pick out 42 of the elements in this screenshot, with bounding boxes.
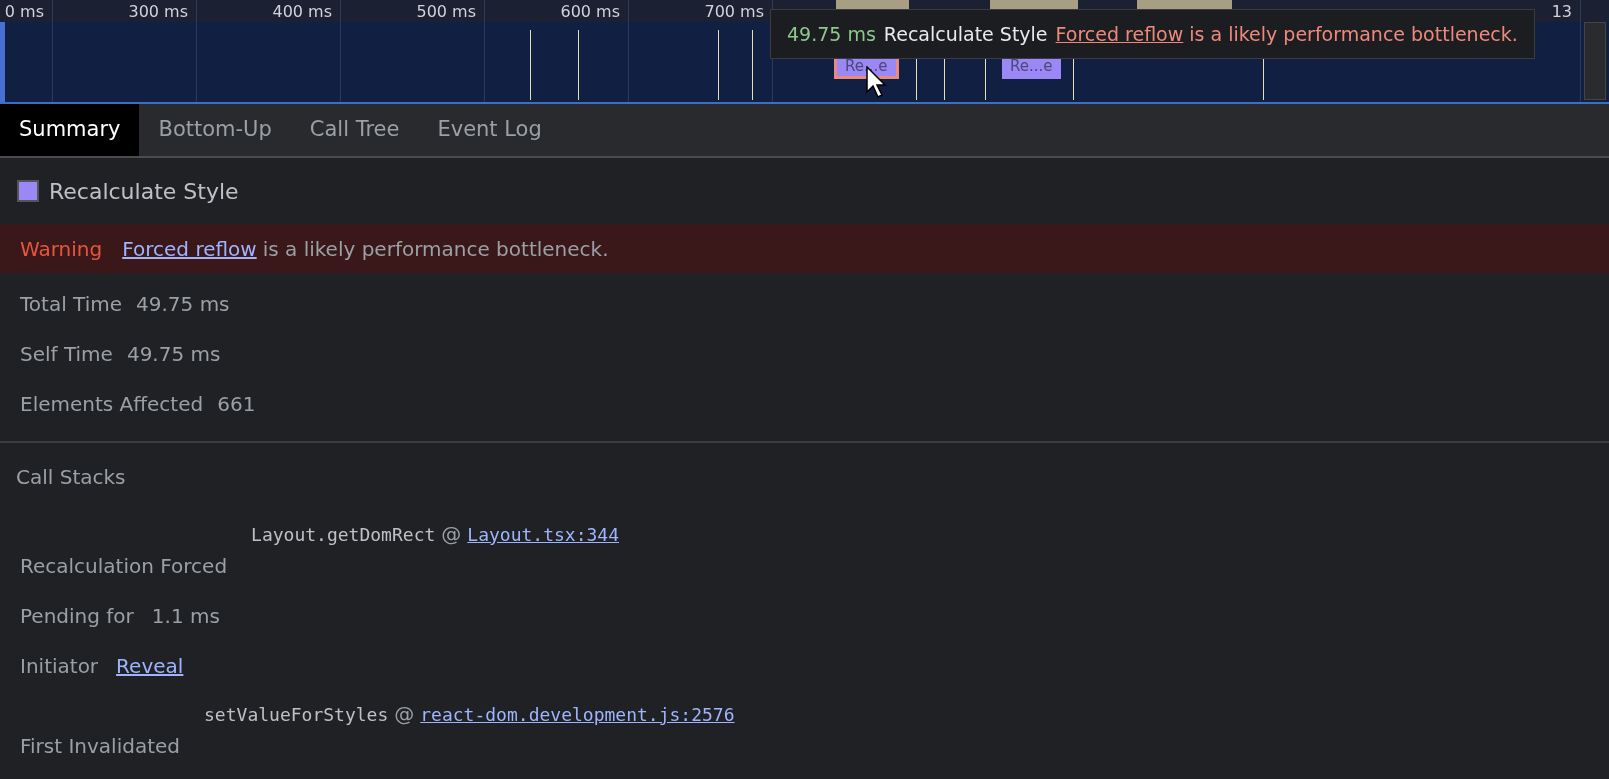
detail-value: 1.1 ms	[151, 603, 220, 630]
at-sign: @	[441, 521, 462, 548]
source-link[interactable]: react-dom.development.js:2576	[420, 700, 735, 728]
tab[interactable]: Summary	[0, 104, 140, 156]
time-tick-label: 400 ms	[272, 1, 332, 23]
event-block[interactable]	[1137, 0, 1232, 9]
at-sign: @	[394, 701, 415, 728]
tab[interactable]: Call Tree	[290, 104, 419, 156]
time-tick-label: 700 ms	[704, 1, 764, 23]
event-title: Recalculate Style	[49, 177, 239, 206]
detail-label: Recalculation Forced	[20, 553, 228, 580]
tab[interactable]: Event Log	[418, 104, 561, 156]
detail-value: 661	[217, 391, 256, 418]
detail-label: Elements Affected	[20, 391, 204, 418]
detail-label: First Invalidated	[20, 733, 181, 760]
tooltip-message: is a likely performance bottleneck.	[1189, 21, 1518, 47]
tooltip-link[interactable]: Forced reflow	[1055, 19, 1184, 49]
warning-label: Warning	[20, 235, 103, 263]
warning-message: is a likely performance bottleneck.	[262, 235, 609, 263]
time-tick-label: 0 ms	[4, 1, 44, 23]
time-tick-label: 300 ms	[128, 1, 188, 23]
detail-value: 49.75 ms	[126, 341, 221, 368]
detail-value: 49.75 ms	[136, 291, 230, 318]
function-name: setValueForStyles	[204, 702, 389, 727]
tooltip-event-name: Recalculate Style	[883, 21, 1048, 47]
section-title: Call Stacks	[16, 464, 126, 491]
reveal-link[interactable]: Reveal	[116, 651, 184, 681]
detail-label: Initiator	[20, 653, 99, 680]
tooltip-duration: 49.75 ms	[787, 21, 876, 47]
function-name: Layout.getDomRect	[251, 522, 436, 547]
time-tick-label: 13	[1551, 1, 1572, 23]
warning-link[interactable]: Forced reflow	[122, 233, 257, 264]
detail-label: Pending for	[20, 603, 134, 630]
event-block[interactable]	[836, 0, 909, 9]
time-tick-label: 600 ms	[560, 1, 620, 23]
detail-label: Self Time	[20, 341, 113, 368]
event-block[interactable]	[990, 0, 1078, 9]
source-link[interactable]: Layout.tsx:344	[467, 520, 620, 548]
tab[interactable]: Bottom-Up	[139, 104, 291, 156]
time-tick-label: 500 ms	[416, 1, 476, 23]
detail-label: Total Time	[20, 291, 122, 318]
scrollbar[interactable]	[1584, 22, 1606, 100]
